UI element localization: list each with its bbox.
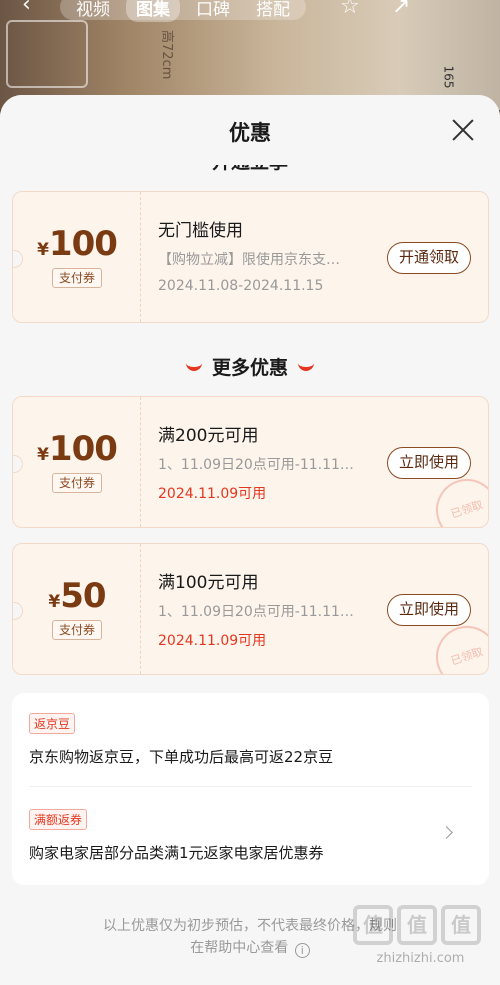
coupon-amount-area: ¥100 支付券 bbox=[13, 192, 141, 322]
activate-claim-button[interactable]: 开通领取 bbox=[386, 242, 471, 274]
coupon-details: 满200元可用 1、11.09日20点可用-11.11… 2024.11.09可… bbox=[158, 421, 380, 503]
section-header-more: 更多优惠 bbox=[0, 353, 500, 380]
coupon-card: ¥50 支付券 满100元可用 1、11.09日20点可用-11.11… 202… bbox=[12, 543, 489, 675]
coupon-type-tag: 支付券 bbox=[52, 473, 102, 493]
use-now-button[interactable]: 立即使用 bbox=[386, 594, 471, 626]
coupon-amount: ¥50 bbox=[13, 576, 141, 616]
side-number: 165 bbox=[441, 65, 456, 89]
beans-text: 京东购物返京豆，下单成功后最高可返22京豆 bbox=[29, 748, 334, 766]
claimed-stamp: 已领取 bbox=[427, 617, 488, 674]
watermark-char: 值 bbox=[397, 905, 437, 945]
coupon-details: 无门槛使用 【购物立减】限使用京东支… 2024.11.08-2024.11.1… bbox=[158, 216, 380, 294]
coupon-amount: ¥100 bbox=[13, 429, 141, 469]
watermark-char: 值 bbox=[353, 905, 393, 945]
coupon-title: 满200元可用 bbox=[158, 426, 259, 446]
currency-symbol: ¥ bbox=[37, 240, 49, 260]
coupon-desc: 【购物立减】限使用京东支… bbox=[158, 252, 340, 268]
watermark-logo: 值 值 值 bbox=[353, 905, 488, 945]
section-title-more: 更多优惠 bbox=[211, 357, 288, 379]
coupon-type-tag: 支付券 bbox=[52, 620, 102, 640]
coupon-desc: 1、11.09日20点可用-11.11… bbox=[158, 457, 354, 473]
coupon-amount: ¥100 bbox=[13, 224, 141, 264]
coupon-title: 满100元可用 bbox=[158, 573, 259, 593]
favorite-icon[interactable]: ☆ bbox=[340, 0, 368, 22]
help-center-link[interactable]: 在帮助中心查看 bbox=[190, 940, 288, 956]
amount-value: 50 bbox=[60, 576, 106, 616]
sheet-header: 优惠 bbox=[0, 95, 500, 165]
coupon-amount-area: ¥100 支付券 bbox=[13, 397, 141, 527]
amount-value: 100 bbox=[48, 429, 118, 469]
info-icon[interactable]: i bbox=[294, 943, 310, 958]
coupon-return-text: 购家电家居部分品类满1元返家电家居优惠券 bbox=[29, 844, 324, 862]
product-image-background: ‹ 视频 图集 口碑 搭配 ☆ ↗ 高72cm 165 bbox=[0, 0, 500, 110]
sheet-title: 优惠 bbox=[229, 121, 271, 145]
coupon-date: 2024.11.09可用 bbox=[158, 486, 267, 502]
coupon-return-benefit[interactable]: 满额返券 购家电家居部分品类满1元返家电家居优惠券 bbox=[29, 809, 469, 863]
extra-benefits-panel: 返京豆 京东购物返京豆，下单成功后最高可返22京豆 满额返券 购家电家居部分品类… bbox=[12, 693, 489, 885]
measure-label: 高72cm bbox=[159, 30, 174, 80]
coupon-card: ¥100 支付券 无门槛使用 【购物立减】限使用京东支… 2024.11.08-… bbox=[12, 191, 489, 323]
coupon-date: 2024.11.08-2024.11.15 bbox=[158, 278, 324, 294]
watermark: 值 值 值 zhizhizhi.com bbox=[353, 905, 488, 966]
beans-badge: 返京豆 bbox=[29, 713, 76, 734]
smile-icon bbox=[298, 363, 314, 371]
back-icon[interactable]: ‹ bbox=[22, 0, 31, 17]
coupon-date: 2024.11.09可用 bbox=[158, 633, 267, 649]
discount-sheet: 优惠 开通立享 ¥100 支付券 无门槛使用 【购物立减】限使用京东支… 202… bbox=[0, 95, 500, 985]
media-tabs: 视频 图集 口碑 搭配 bbox=[60, 0, 306, 22]
thumbnail-frame bbox=[6, 20, 88, 88]
watermark-domain: zhizhizhi.com bbox=[376, 951, 465, 966]
claimed-stamp: 已领取 bbox=[427, 470, 488, 527]
tab-video[interactable]: 视频 bbox=[66, 0, 120, 22]
coupon-details: 满100元可用 1、11.09日20点可用-11.11… 2024.11.09可… bbox=[158, 568, 380, 650]
watermark-char: 值 bbox=[441, 905, 481, 945]
coupon-title: 无门槛使用 bbox=[158, 221, 243, 241]
tab-match[interactable]: 搭配 bbox=[246, 0, 300, 22]
currency-symbol: ¥ bbox=[37, 445, 49, 465]
beans-benefit: 返京豆 京东购物返京豆，下单成功后最高可返22京豆 bbox=[29, 713, 469, 767]
coupon-card: ¥100 支付券 满200元可用 1、11.09日20点可用-11.11… 20… bbox=[12, 396, 489, 528]
smile-icon bbox=[185, 363, 202, 371]
coupon-desc: 1、11.09日20点可用-11.11… bbox=[158, 604, 354, 620]
divider bbox=[29, 786, 472, 787]
currency-symbol: ¥ bbox=[48, 592, 61, 612]
amount-value: 100 bbox=[48, 224, 118, 264]
share-icon[interactable]: ↗ bbox=[392, 0, 420, 22]
coupon-return-badge: 满额返券 bbox=[29, 809, 88, 830]
tab-gallery[interactable]: 图集 bbox=[126, 0, 180, 22]
use-now-button[interactable]: 立即使用 bbox=[386, 447, 471, 479]
close-icon[interactable] bbox=[448, 115, 478, 145]
tab-reviews[interactable]: 口碑 bbox=[186, 0, 240, 22]
coupon-amount-area: ¥50 支付券 bbox=[13, 544, 141, 674]
coupon-type-tag: 支付券 bbox=[52, 268, 102, 288]
